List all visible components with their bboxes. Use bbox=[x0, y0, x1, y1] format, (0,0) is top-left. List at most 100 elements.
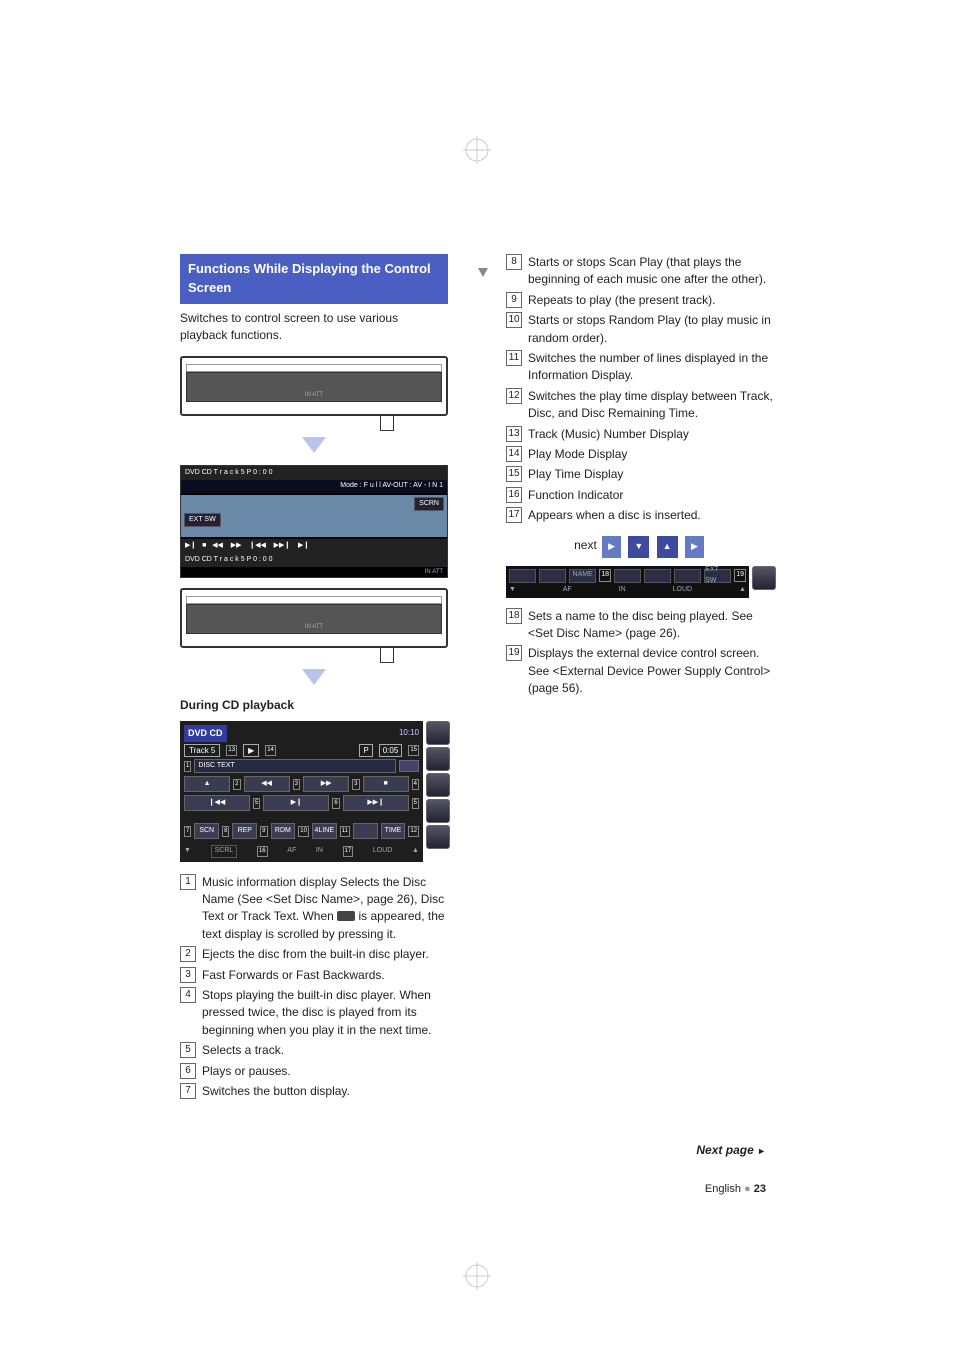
in-indicator: IN bbox=[316, 846, 323, 856]
list-item: 14Play Mode Display bbox=[506, 446, 774, 463]
item-text: Starts or stops Scan Play (that plays th… bbox=[528, 254, 774, 289]
flow-arrow-icon bbox=[302, 669, 326, 685]
side-icons bbox=[426, 721, 448, 874]
title-line2: Screen bbox=[188, 280, 231, 295]
item-text: Appears when a disc is inserted. bbox=[528, 507, 774, 524]
status-icons: IN ATT bbox=[305, 391, 323, 400]
blank-button[interactable] bbox=[353, 823, 378, 839]
list-item: 12Switches the play time display between… bbox=[506, 388, 774, 423]
side-icon-2[interactable] bbox=[426, 747, 450, 771]
secondary-screen: NAME 18 EXT SW 19 ▼ AF IN LOUD ▲ bbox=[506, 566, 749, 598]
control-screen-display: DVD CD T r a c k 5 P 0 : 0 0 Mode : F u … bbox=[180, 465, 448, 578]
right-column: 8Starts or stops Scan Play (that plays t… bbox=[506, 254, 774, 1103]
next-track-button[interactable]: ▶▶❙ bbox=[343, 795, 409, 811]
callout-10: 10 bbox=[298, 826, 309, 837]
item-number: 6 bbox=[180, 1063, 196, 1079]
extsw-button[interactable]: EXT SW bbox=[184, 513, 221, 527]
stop-button[interactable]: ■ bbox=[363, 776, 409, 792]
item-number: 19 bbox=[506, 645, 522, 661]
cell-blank5[interactable] bbox=[674, 569, 701, 583]
page-footer: English ● 23 bbox=[40, 1183, 914, 1195]
callout-3: 3 bbox=[293, 779, 300, 790]
eject-button[interactable]: ▲ bbox=[184, 776, 230, 792]
callout-11: 11 bbox=[340, 826, 350, 837]
cityscape-image: SCRN EXT SW bbox=[181, 495, 447, 537]
scn-button[interactable]: SCN bbox=[194, 823, 219, 839]
callout-4: 4 bbox=[412, 779, 419, 790]
callout-15: 15 bbox=[408, 745, 419, 756]
item-number: 13 bbox=[506, 426, 522, 442]
thin-screen-1: IN ATT bbox=[186, 372, 442, 402]
blue-button-strip: next ▶ ▼ ▲ ▶ bbox=[506, 536, 774, 557]
item-text: Track (Music) Number Display bbox=[528, 426, 774, 443]
sub-heading: During CD playback bbox=[180, 697, 448, 714]
item-number: 16 bbox=[506, 487, 522, 503]
list-item: 10Starts or stops Random Play (to play m… bbox=[506, 312, 774, 347]
cell-blank4[interactable] bbox=[644, 569, 671, 583]
play-pause-button[interactable]: ▶❙ bbox=[263, 795, 329, 811]
cell-blank1[interactable] bbox=[509, 569, 536, 583]
device-frame-2: IN ATT bbox=[180, 588, 448, 648]
cell-blank2[interactable] bbox=[539, 569, 566, 583]
track-text-top: DVD CD T r a c k 5 P 0 : 0 0 bbox=[185, 468, 273, 478]
af-indicator: AF bbox=[563, 585, 572, 595]
list-item: 11Switches the number of lines displayed… bbox=[506, 350, 774, 385]
device-frame-1: IN ATT bbox=[180, 356, 448, 416]
item-text: Play Time Display bbox=[528, 466, 774, 483]
callout-6: 6 bbox=[332, 798, 339, 809]
name-button[interactable]: NAME bbox=[569, 569, 596, 583]
item-number: 2 bbox=[180, 946, 196, 962]
down-icon[interactable]: ▼ bbox=[628, 536, 649, 557]
side-icon[interactable] bbox=[752, 566, 776, 590]
list-item: 13 Track (Music) Number Display bbox=[506, 426, 774, 443]
scrn-button[interactable]: SCRN bbox=[414, 497, 444, 511]
side-icon-3[interactable] bbox=[426, 773, 450, 797]
time-button[interactable]: TIME bbox=[381, 823, 406, 839]
list-item: 6Plays or pauses. bbox=[180, 1063, 448, 1080]
callout-8: 8 bbox=[222, 826, 229, 837]
callout-16: 16 bbox=[257, 846, 268, 857]
hand-pointer-icon bbox=[380, 648, 394, 663]
crop-mark-top bbox=[463, 136, 491, 164]
rep-button[interactable]: REP bbox=[232, 823, 257, 839]
track-text-bottom: DVD CD T r a c k 5 P 0 : 0 0 bbox=[185, 555, 273, 565]
next-set-icon[interactable]: ▶ bbox=[602, 536, 621, 557]
rew-button[interactable]: ◀◀ bbox=[244, 776, 290, 792]
item-text: Repeats to play (the present track). bbox=[528, 292, 774, 309]
dark-screen-wrap: NAME 18 EXT SW 19 ▼ AF IN LOUD ▲ bbox=[506, 566, 774, 608]
4line-button[interactable]: 4LINE bbox=[312, 823, 337, 839]
callout-5b: 5 bbox=[412, 798, 419, 809]
item-number: 5 bbox=[180, 1042, 196, 1058]
item-number: 9 bbox=[506, 292, 522, 308]
time-display: 0:05 bbox=[379, 744, 403, 758]
list-item: 16Function Indicator bbox=[506, 487, 774, 504]
callout-1: 1 bbox=[184, 761, 191, 772]
list-item: 1Music information display Selects the D… bbox=[180, 874, 448, 944]
list-item: 18Sets a name to the disc being played. … bbox=[506, 608, 774, 643]
p-indicator: P bbox=[359, 744, 372, 758]
callout-7: 7 bbox=[184, 826, 191, 837]
disc-text-field[interactable]: DISC TEXT bbox=[194, 759, 396, 773]
prev-track-button[interactable]: ❙◀◀ bbox=[184, 795, 250, 811]
intro-text: Switches to control screen to use variou… bbox=[180, 310, 448, 345]
side-icon-4[interactable] bbox=[426, 799, 450, 823]
list-item: 2Ejects the disc from the built-in disc … bbox=[180, 946, 448, 963]
side-icon-5[interactable] bbox=[426, 825, 450, 849]
right-item-list-top: 8Starts or stops Scan Play (that plays t… bbox=[506, 254, 774, 524]
next-set-icon-2[interactable]: ▶ bbox=[685, 536, 704, 557]
extsw-button[interactable]: EXT SW bbox=[704, 569, 731, 583]
item-text: Sets a name to the disc being played. Se… bbox=[528, 608, 774, 643]
cell-blank3[interactable] bbox=[614, 569, 641, 583]
footer-lang: English bbox=[705, 1183, 741, 1195]
scroll-icon[interactable] bbox=[399, 760, 419, 772]
item-text: Fast Forwards or Fast Backwards. bbox=[202, 967, 448, 984]
thin-screen-2: IN ATT bbox=[186, 604, 442, 634]
item-text: Switches the number of lines displayed i… bbox=[528, 350, 774, 385]
list-item: 7Switches the button display. bbox=[180, 1083, 448, 1100]
track-number: Track 5 bbox=[184, 744, 220, 758]
rdm-button[interactable]: RDM bbox=[271, 823, 296, 839]
bullet-icon: ● bbox=[744, 1183, 754, 1195]
side-icon-1[interactable] bbox=[426, 721, 450, 745]
up-icon[interactable]: ▲ bbox=[657, 536, 678, 557]
ff-button[interactable]: ▶▶ bbox=[303, 776, 349, 792]
